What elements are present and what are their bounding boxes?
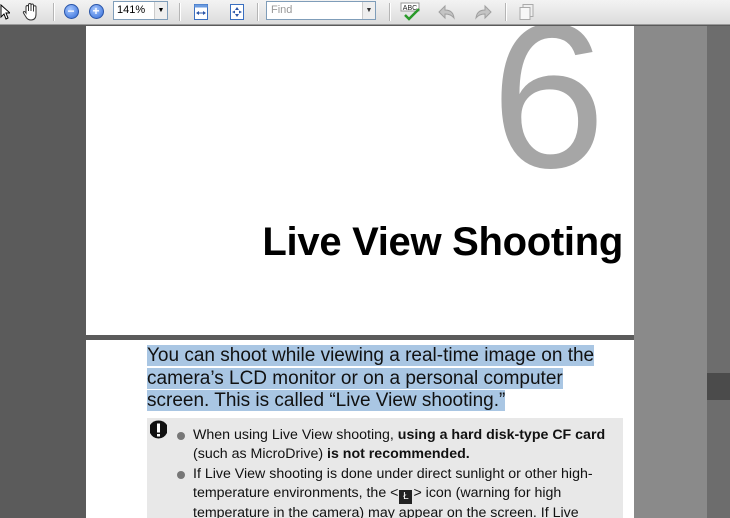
find-placeholder: Find <box>271 4 293 16</box>
bullet-text: (such as MicroDrive) <box>193 446 328 462</box>
document-background-right <box>634 26 707 518</box>
spellcheck-button[interactable]: ABC <box>400 2 422 21</box>
fit-width-button[interactable] <box>192 2 210 21</box>
bullet-icon <box>177 471 185 479</box>
toolbar: − + 141% ▼ Find ▼ ABC <box>0 0 730 25</box>
zoom-level-value: 141% <box>117 4 146 16</box>
zoom-out-icon: − <box>63 4 79 19</box>
fit-page-icon <box>230 3 244 20</box>
chapter-number: 6 <box>491 26 606 211</box>
toolbar-separator <box>505 3 507 21</box>
zoom-in-button[interactable]: + <box>88 2 104 21</box>
hand-tool-icon[interactable] <box>20 2 42 21</box>
bullet-text: When using Live View shooting, <box>193 427 398 443</box>
selected-text[interactable]: You can shoot while viewing a real-time … <box>147 345 595 411</box>
chevron-down-icon[interactable]: ▼ <box>154 2 167 19</box>
spellcheck-label: ABC <box>403 5 417 12</box>
high-temperature-warning-icon: Ł <box>399 490 413 504</box>
zoom-out-button[interactable]: − <box>63 2 79 21</box>
fit-page-button[interactable] <box>228 2 246 21</box>
fit-width-icon <box>194 3 208 20</box>
redo-arrow-icon <box>475 4 492 20</box>
list-item: When using Live View shooting, using a h… <box>174 426 620 464</box>
copy-button[interactable] <box>516 2 538 21</box>
list-item: If Live View shooting is done under dire… <box>174 465 620 518</box>
document-background-left <box>0 26 86 518</box>
copy-pages-icon <box>519 3 534 20</box>
chapter-title: Live View Shooting <box>262 220 623 264</box>
toolbar-separator <box>179 3 181 21</box>
vertical-scrollbar[interactable] <box>707 26 730 518</box>
toolbar-separator <box>53 3 55 21</box>
bullet-bold-text: using a hard disk-type CF card <box>397 427 606 443</box>
undo-button[interactable] <box>436 2 458 21</box>
select-arrow-icon[interactable] <box>0 2 10 21</box>
caution-notice-box: When using Live View shooting, using a h… <box>147 418 623 518</box>
zoom-in-icon: + <box>88 4 104 19</box>
redo-button[interactable] <box>472 2 494 21</box>
undo-arrow-icon <box>438 4 455 20</box>
caution-bullet-list: When using Live View shooting, using a h… <box>174 426 620 518</box>
bullet-icon <box>177 432 185 440</box>
find-input[interactable]: Find ▼ <box>266 1 376 20</box>
scrollbar-thumb[interactable] <box>707 373 730 400</box>
spellcheck-icon: ABC <box>400 2 420 21</box>
bullet-bold-text: is not recommended. <box>327 446 470 462</box>
caution-icon <box>150 420 167 439</box>
intro-paragraph[interactable]: You can shoot while viewing a real-time … <box>147 345 617 413</box>
toolbar-separator <box>389 3 391 21</box>
pdf-page-chapter-cover: 6 Live View Shooting <box>86 26 634 335</box>
toolbar-separator <box>257 3 259 21</box>
pdf-page-content: You can shoot while viewing a real-time … <box>86 340 634 518</box>
chevron-down-icon[interactable]: ▼ <box>362 2 375 19</box>
zoom-level-combobox[interactable]: 141% ▼ <box>113 1 168 20</box>
